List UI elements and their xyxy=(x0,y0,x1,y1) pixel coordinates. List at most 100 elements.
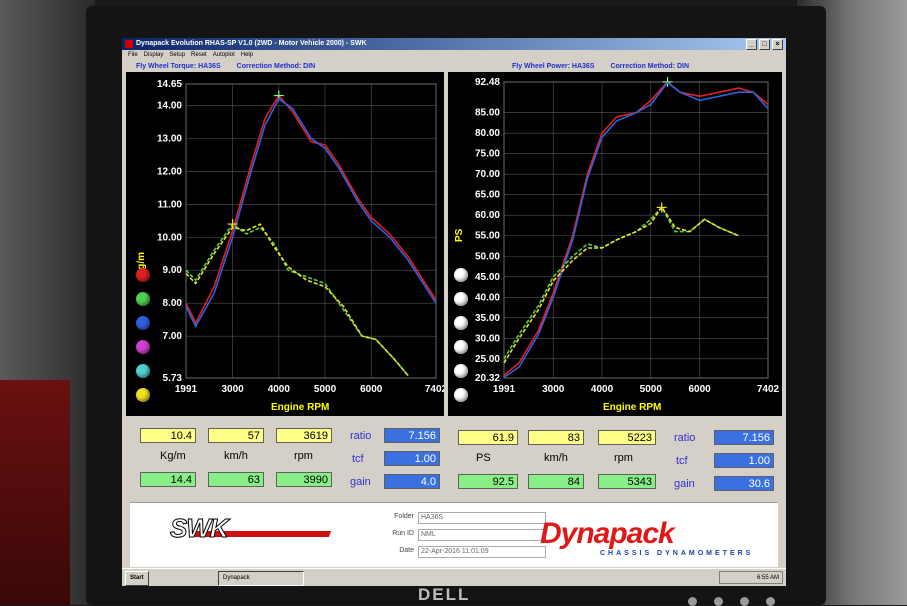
power-peak-rpm: 5343 xyxy=(598,474,656,489)
power-y-tick-3: 75.00 xyxy=(475,149,500,160)
background-red-object xyxy=(0,380,70,605)
torque-graph: 14.65 14.00 13.00 12.00 11.00 10.00 9.00 8.00 7.… xyxy=(126,72,444,416)
date-field[interactable]: 22-Apr-2016 11:01:09 xyxy=(418,546,546,558)
torque-series-line-1 xyxy=(185,97,437,329)
power-series-line-3 xyxy=(503,205,739,364)
torque-y-tick-7: 8.00 xyxy=(163,298,183,309)
window-title: Dynapack Evolution RHAS-SP V1.0 (2WD - M… xyxy=(136,40,367,47)
taskbar: Start Dynapack 6:55 AM xyxy=(122,568,786,586)
minimize-button[interactable]: _ xyxy=(746,39,757,50)
run-color-selector-6[interactable] xyxy=(136,388,150,402)
run-id-field[interactable]: NML xyxy=(418,529,546,541)
torque-y-tick-9: 5.73 xyxy=(163,373,183,384)
power-graph: 92.48 85.00 80.00 75.00 70.00 65.00 60.00 55.00… xyxy=(448,72,782,416)
torque-graph-header: Fly Wheel Torque: HA36S Correction Metho… xyxy=(136,63,315,70)
rpm-unit-label: rpm xyxy=(294,450,313,462)
date-label: Date xyxy=(399,547,414,554)
power-y-tick-7: 55.00 xyxy=(475,231,500,242)
power-peak-value: 92.5 xyxy=(458,474,518,489)
maximize-button[interactable]: □ xyxy=(759,39,770,50)
gain-label: gain xyxy=(350,476,371,488)
power-x-tick-2: 4000 xyxy=(591,384,614,395)
torque-plot-frame xyxy=(185,83,437,379)
power-rpm-unit-label: rpm xyxy=(614,452,633,464)
torque-x-axis-label: Engine RPM xyxy=(271,402,330,413)
menu-setup[interactable]: Setup xyxy=(169,50,185,61)
monitor-brand-logo: DELL xyxy=(418,585,471,604)
torque-current-speed: 57 xyxy=(208,428,264,443)
ratio-value: 7.156 xyxy=(384,428,440,443)
run-id-label: Run ID xyxy=(392,530,414,537)
start-button[interactable]: Start xyxy=(125,571,149,586)
power-run-selector-4[interactable] xyxy=(454,340,468,354)
power-run-selector-1[interactable] xyxy=(454,268,468,282)
power-y-tick-2: 80.00 xyxy=(475,128,500,139)
power-tcf-label: tcf xyxy=(676,455,688,467)
app-window: Dynapack Evolution RHAS-SP V1.0 (2WD - M… xyxy=(122,38,786,586)
power-run-selector-3[interactable] xyxy=(454,316,468,330)
power-chart-svg: 92.48 85.00 80.00 75.00 70.00 65.00 60.00 55.00… xyxy=(475,76,780,395)
power-run-selector-6[interactable] xyxy=(454,388,468,402)
speed-unit-label: km/h xyxy=(224,450,248,462)
gain-value: 4.0 xyxy=(384,474,440,489)
system-tray-clock: 6:55 AM xyxy=(719,571,783,584)
torque-x-tick-0: 1991 xyxy=(175,384,198,395)
power-readout-panel: 61.9 83 5223 PS km/h rpm 92.5 84 5343 ra… xyxy=(452,422,778,502)
torque-y-tick-3: 12.00 xyxy=(157,166,182,177)
tcf-value: 1.00 xyxy=(384,451,440,466)
run-color-selector-4[interactable] xyxy=(136,340,150,354)
torque-y-tick-5: 10.00 xyxy=(157,232,182,243)
menu-bar: File Display Setup Reset Autoplot Help xyxy=(122,50,786,61)
power-tcf-value: 1.00 xyxy=(714,453,774,468)
power-speed-unit-label: km/h xyxy=(544,452,568,464)
taskbar-item-dynapack[interactable]: Dynapack xyxy=(218,571,304,586)
menu-display[interactable]: Display xyxy=(144,50,164,61)
power-unit-label: PS xyxy=(476,452,491,464)
power-x-tick-5: 7402 xyxy=(757,384,780,395)
menu-file[interactable]: File xyxy=(128,50,138,61)
torque-y-tick-6: 9.00 xyxy=(163,265,183,276)
power-y-tick-5: 65.00 xyxy=(475,190,500,201)
torque-y-tick-8: 7.00 xyxy=(163,331,183,342)
power-plot-frame xyxy=(503,81,769,379)
run-color-selector-1[interactable] xyxy=(136,268,150,282)
power-y-tick-14: 20.32 xyxy=(475,373,500,384)
power-gain-label: gain xyxy=(674,478,695,490)
torque-x-tick-1: 3000 xyxy=(221,384,244,395)
torque-y-tick-1: 14.00 xyxy=(157,100,182,111)
menu-reset[interactable]: Reset xyxy=(191,50,207,61)
power-graph-header: Fly Wheel Power: HA36S Correction Method… xyxy=(512,63,689,70)
power-correction-method: Correction Method: DIN xyxy=(610,63,690,70)
power-ratio-value: 7.156 xyxy=(714,430,774,445)
menu-autoplot[interactable]: Autoplot xyxy=(213,50,235,61)
ratio-label: ratio xyxy=(350,430,372,442)
torque-graph-title: Fly Wheel Torque: HA36S xyxy=(136,63,221,70)
tcf-label: tcf xyxy=(352,453,364,465)
power-run-selector-5[interactable] xyxy=(454,364,468,378)
power-x-tick-0: 1991 xyxy=(493,384,516,395)
run-color-selector-5[interactable] xyxy=(136,364,150,378)
run-color-selector-2[interactable] xyxy=(136,292,150,306)
power-y-tick-9: 45.00 xyxy=(475,272,500,283)
folder-label: Folder xyxy=(394,513,414,520)
torque-chart-svg: 14.65 14.00 13.00 12.00 11.00 10.00 9.00 8.00 7.… xyxy=(157,79,444,395)
dynapack-tagline: CHASSIS DYNAMOMETERS xyxy=(600,550,754,557)
torque-x-tick-3: 5000 xyxy=(314,384,337,395)
close-button[interactable]: × xyxy=(772,39,783,50)
power-run-selector-2[interactable] xyxy=(454,292,468,306)
title-bar: Dynapack Evolution RHAS-SP V1.0 (2WD - M… xyxy=(122,38,786,50)
power-y-tick-8: 50.00 xyxy=(475,251,500,262)
power-x-tick-1: 3000 xyxy=(542,384,565,395)
power-graph-title: Fly Wheel Power: HA36S xyxy=(512,63,595,70)
power-y-tick-1: 85.00 xyxy=(475,108,500,119)
power-x-axis-label: Engine RPM xyxy=(603,402,662,413)
torque-series-line-3 xyxy=(185,223,409,377)
folder-field[interactable]: HA36S xyxy=(418,512,546,524)
power-series-line-0 xyxy=(503,80,769,376)
power-y-tick-12: 30.00 xyxy=(475,333,500,344)
menu-help[interactable]: Help xyxy=(241,50,253,61)
footer-panel: SWK Folder HA36S Run ID NML Date 22-Apr-… xyxy=(130,502,778,567)
run-color-selector-3[interactable] xyxy=(136,316,150,330)
power-y-tick-4: 70.00 xyxy=(475,169,500,180)
torque-peak-rpm: 3990 xyxy=(276,472,332,487)
